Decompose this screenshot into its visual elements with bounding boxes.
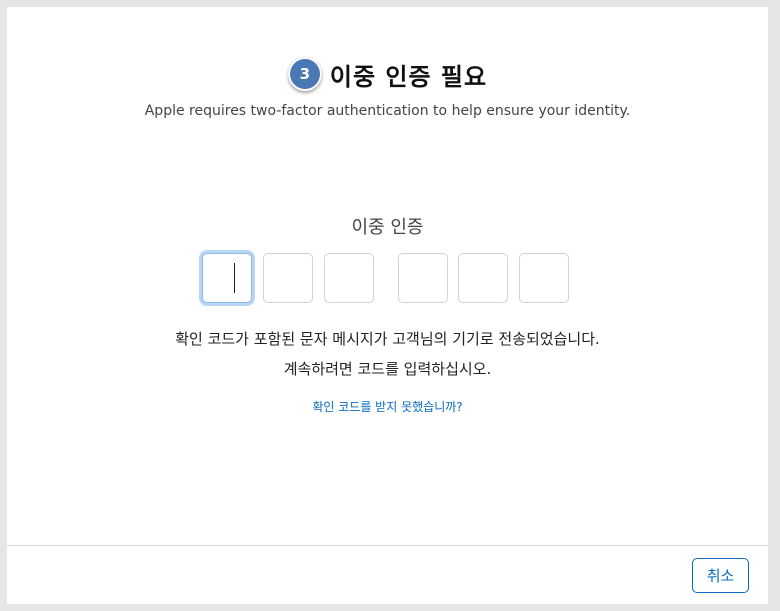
- verification-code-inputs: [202, 253, 572, 303]
- code-digit-3[interactable]: [324, 253, 374, 303]
- code-digit-1[interactable]: [202, 253, 252, 303]
- code-digit-2[interactable]: [263, 253, 313, 303]
- code-digit-5[interactable]: [458, 253, 508, 303]
- step-number-badge: 3: [287, 57, 322, 91]
- sent-message: 확인 코드가 포함된 문자 메시지가 고객님의 기기로 전송되었습니다.: [175, 330, 600, 348]
- text-cursor: [234, 263, 235, 293]
- code-digit-4[interactable]: [398, 253, 448, 303]
- resend-code-link[interactable]: 확인 코드를 받지 못했습니까?: [7, 398, 768, 415]
- cancel-button[interactable]: 취소: [692, 558, 749, 593]
- page-subtitle: Apple requires two-factor authentication…: [144, 103, 631, 119]
- two-factor-dialog: 3 이중 인증 필요 Apple requires two-factor aut…: [7, 7, 768, 604]
- footer-divider: [7, 545, 768, 546]
- verification-label: 이중 인증: [351, 217, 424, 238]
- instruction-message: 계속하려면 코드를 입력하십시오.: [283, 360, 492, 378]
- page-title: 이중 인증 필요: [329, 62, 488, 91]
- title-row: 3 이중 인증 필요: [7, 54, 768, 94]
- code-digit-6[interactable]: [519, 253, 569, 303]
